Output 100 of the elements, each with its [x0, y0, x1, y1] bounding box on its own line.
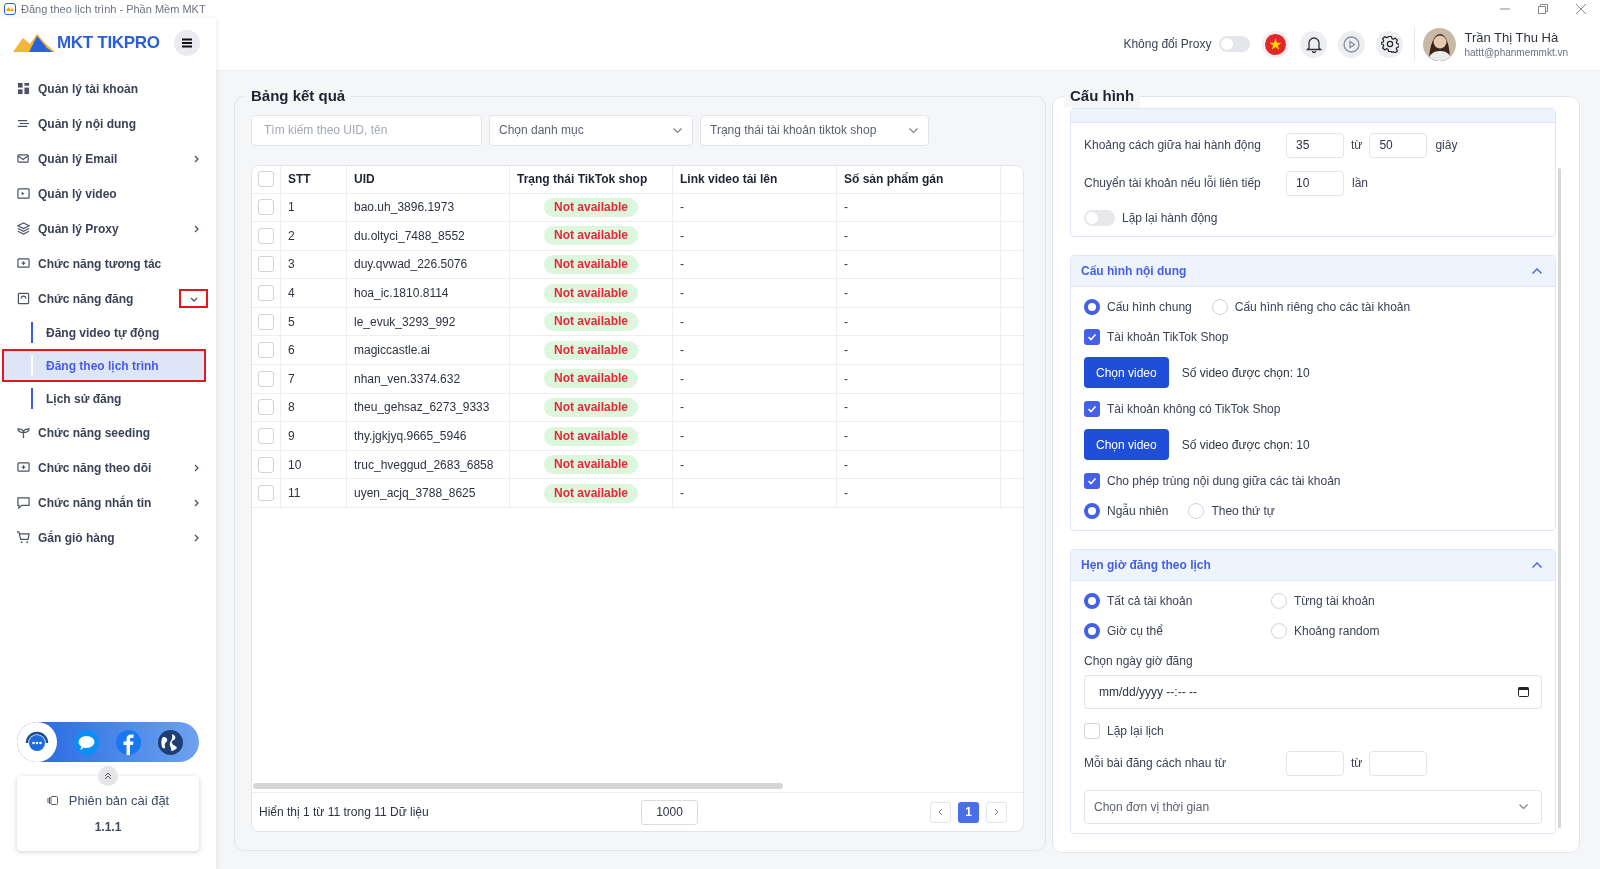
row-checkbox[interactable] [258, 285, 274, 302]
submenu-item[interactable]: Đăng theo lịch trình [2, 349, 206, 382]
sidebar-item[interactable]: Chức năng seeding [38, 423, 151, 442]
radio-button[interactable] [1084, 592, 1100, 609]
proxy-toggle[interactable] [1219, 36, 1251, 52]
check-icon [1087, 475, 1097, 486]
table-cell-text: - [844, 456, 848, 474]
section-header[interactable]: Hẹn giờ đăng theo lịch [1071, 549, 1555, 581]
sidebar-item[interactable]: Quản lý Proxy [38, 219, 119, 238]
table-cell-text: 11 [288, 485, 301, 503]
sidebar-item[interactable]: Gắn giỏ hàng [38, 528, 115, 547]
scrollbar-thumb[interactable] [1558, 167, 1561, 828]
section-header[interactable]: Cấu hình nội dung [1071, 255, 1555, 287]
number-field[interactable] [1369, 750, 1428, 776]
table-cell-text: - [844, 428, 848, 446]
row-checkbox[interactable] [258, 399, 274, 416]
number-field[interactable]: 10 [1286, 170, 1344, 196]
table-cell-text: 6 [288, 342, 295, 360]
table-cell-text: le_evuk_3293_992 [354, 313, 456, 331]
sidebar-item[interactable]: Quản lý tài khoản [38, 79, 139, 98]
scrollbar-thumb[interactable] [253, 782, 783, 789]
play-button[interactable] [1338, 30, 1366, 58]
checkbox-label: Lặp lại lịch [1107, 722, 1164, 740]
row-checkbox[interactable] [258, 428, 274, 445]
row-checkbox[interactable] [258, 227, 274, 244]
table-cell-text: 4 [288, 285, 295, 303]
sidebar-item[interactable]: Quản lý Email [38, 149, 118, 168]
table-cell-text: - [844, 227, 848, 245]
row-checkbox[interactable] [258, 199, 274, 216]
page-size-field[interactable]: 1000 [641, 799, 698, 825]
number-field[interactable]: 35 [1286, 132, 1344, 158]
field-label: từ [1351, 755, 1363, 772]
radio-button[interactable] [1084, 502, 1100, 519]
radio-button[interactable] [1084, 298, 1100, 315]
collapse-button[interactable] [98, 766, 118, 786]
submenu-item[interactable]: Đăng video tự động [2, 316, 206, 349]
sidebar-item[interactable]: Chức năng tương tác [38, 254, 162, 273]
number-field[interactable] [1286, 750, 1344, 776]
menu-icon [182, 38, 192, 48]
chevron-right-icon [993, 808, 1000, 816]
checkbox[interactable] [1084, 400, 1100, 417]
sidebar-item[interactable]: Chức năng theo dõi [38, 458, 152, 477]
menu-button[interactable] [174, 30, 200, 56]
table-cell-text: magiccastle.ai [354, 342, 431, 360]
row-checkbox[interactable] [258, 342, 274, 359]
filter-dropdown[interactable]: Chọn danh mục [489, 114, 693, 146]
number-field[interactable]: 50 [1369, 132, 1428, 158]
row-checkbox[interactable] [258, 456, 274, 473]
column-header[interactable]: Link video tải lên [680, 170, 778, 188]
globe-icon[interactable] [158, 729, 183, 755]
table-cell-text: - [844, 370, 848, 388]
radio-label: Cấu hình riêng cho các tài khoản [1234, 298, 1411, 316]
proxy-label: Không đổi Proxy [1123, 36, 1212, 53]
choose-video-button[interactable]: Chọn video [1084, 429, 1169, 460]
support-icon[interactable] [17, 722, 57, 762]
column-header[interactable]: STT [288, 170, 311, 188]
table-cell-text: du.oltyci_7488_8552 [354, 227, 465, 245]
table-cell-text: - [844, 399, 848, 417]
time-unit-dropdown[interactable]: Chọn đơn vị thời gian [1084, 789, 1542, 824]
sidebar-item[interactable]: Chức năng đăng [38, 289, 134, 308]
restore-icon[interactable] [1538, 4, 1548, 14]
table-cell-text: - [844, 199, 848, 217]
column-header[interactable]: Số sản phẩm gán [844, 170, 944, 188]
column-header[interactable]: Trạng thái TikTok shop [517, 170, 648, 188]
checkbox[interactable] [1084, 472, 1100, 489]
radio-button[interactable] [1084, 622, 1100, 639]
language-button[interactable] [1262, 30, 1290, 58]
search-field[interactable]: Tìm kiếm theo UID, tên [251, 114, 482, 146]
toggle-switch[interactable] [1084, 209, 1115, 226]
table-cell-text: 3 [288, 256, 295, 274]
submenu-item[interactable]: Lịch sử đăng [2, 382, 206, 415]
select-all-checkbox[interactable] [258, 171, 274, 187]
calendar-icon[interactable] [1518, 686, 1529, 697]
filter-dropdown[interactable]: Trạng thái tài khoản tiktok shop [700, 114, 929, 146]
chat-bubble-icon[interactable] [74, 729, 99, 755]
table-cell-text: - [680, 399, 684, 417]
row-checkbox[interactable] [258, 485, 274, 502]
sidebar-item[interactable]: Chức năng nhắn tin [38, 493, 152, 512]
checkbox[interactable] [1084, 328, 1100, 345]
choose-video-button[interactable]: Chọn video [1084, 357, 1169, 388]
sidebar-item[interactable]: Quản lý video [38, 184, 117, 203]
layers-icon [17, 222, 30, 235]
row-checkbox[interactable] [258, 313, 274, 330]
table-cell-text: uyen_acjq_3788_8625 [354, 485, 476, 503]
window-title: Đăng theo lịch trình - Phần Mềm MKT [21, 1, 206, 17]
check-icon [1087, 403, 1097, 414]
cart-icon [17, 531, 30, 544]
panel-title: Bảng kết quả [250, 86, 347, 106]
row-checkbox[interactable] [258, 370, 274, 387]
column-header[interactable]: UID [354, 170, 375, 188]
notification-button[interactable] [1300, 30, 1328, 58]
settings-button[interactable] [1376, 30, 1404, 58]
row-checkbox[interactable] [258, 256, 274, 273]
sidebar-item[interactable]: Quản lý nội dung [38, 114, 136, 133]
status-badge: Not available [544, 426, 638, 446]
checkbox[interactable] [1084, 722, 1100, 739]
datetime-field[interactable]: mm/dd/yyyy --:-- -- [1084, 674, 1542, 709]
facebook-icon[interactable] [116, 729, 141, 755]
close-icon[interactable] [1576, 4, 1586, 14]
page-button[interactable]: 1 [958, 801, 979, 823]
